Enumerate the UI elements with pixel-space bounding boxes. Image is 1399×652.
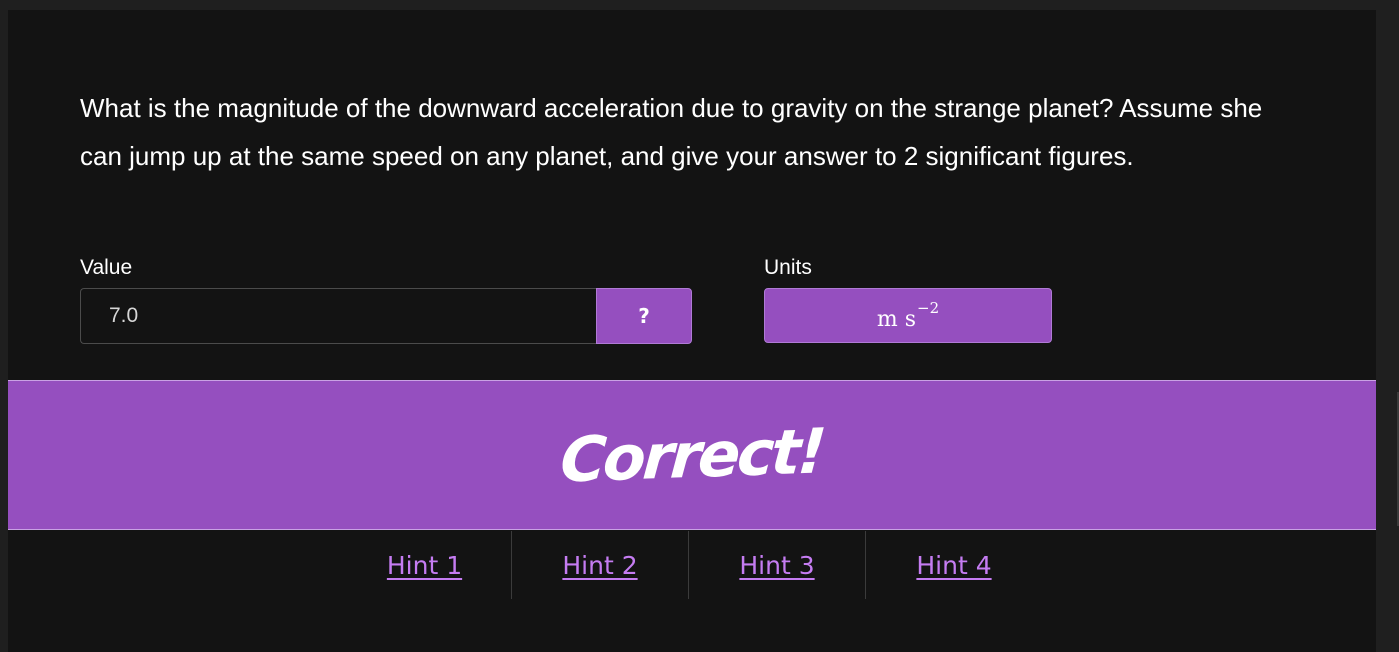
help-button[interactable]: ?	[596, 288, 692, 344]
feedback-message: Correct!	[558, 413, 826, 497]
feedback-banner: Correct!	[8, 380, 1376, 530]
units-exponent: −2	[917, 298, 940, 317]
hint-tab-3: Hint 3	[689, 531, 866, 599]
question-panel: What is the magnitude of the downward ac…	[8, 10, 1376, 652]
units-value: m s	[876, 307, 917, 332]
hint-2-link[interactable]: Hint 2	[562, 551, 637, 580]
scrollbar[interactable]	[1376, 0, 1399, 652]
hint-3-link[interactable]: Hint 3	[739, 551, 814, 580]
hint-tab-2: Hint 2	[512, 531, 689, 599]
hint-tab-4: Hint 4	[866, 531, 1042, 599]
hint-1-link[interactable]: Hint 1	[387, 551, 462, 580]
value-label: Value	[80, 256, 133, 279]
units-selector-button[interactable]: m s −2	[764, 288, 1052, 343]
hint-4-link[interactable]: Hint 4	[916, 551, 991, 580]
question-text: What is the magnitude of the downward ac…	[80, 93, 1263, 171]
value-input[interactable]	[80, 288, 597, 344]
units-label: Units	[764, 256, 812, 279]
hint-tabs: Hint 1 Hint 2 Hint 3 Hint 4	[8, 531, 1376, 599]
hint-tab-1: Hint 1	[338, 531, 512, 599]
